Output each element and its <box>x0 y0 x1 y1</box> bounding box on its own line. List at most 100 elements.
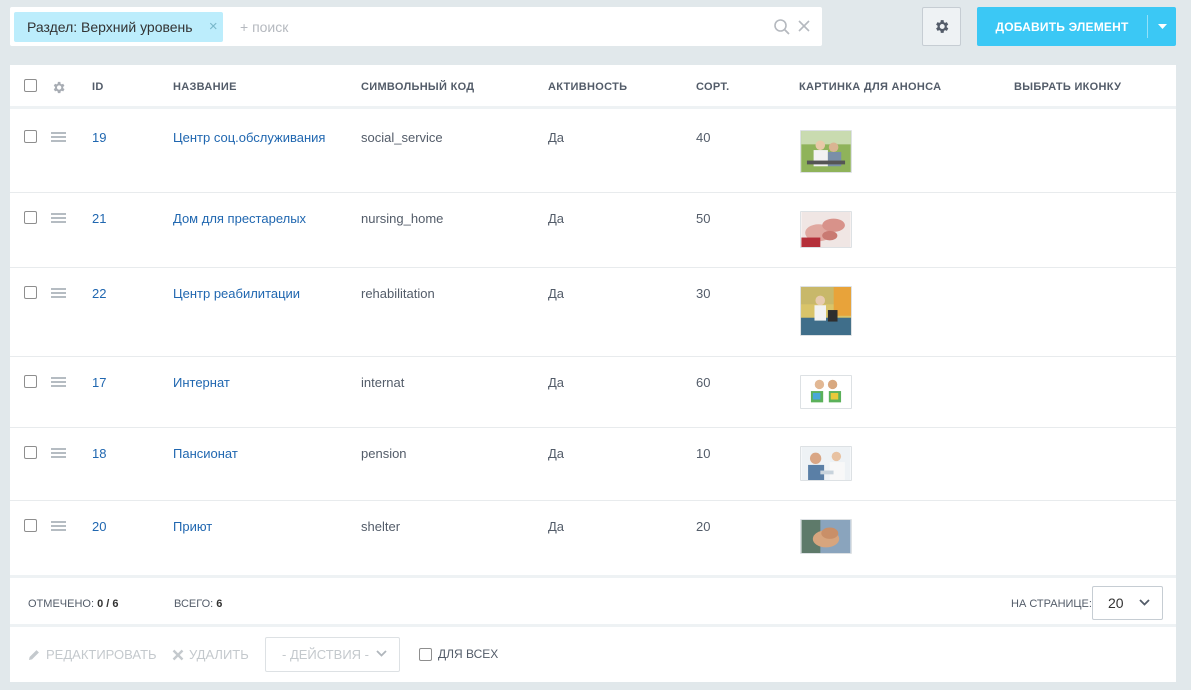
row-checkbox[interactable] <box>24 211 37 224</box>
row-code: nursing_home <box>361 211 444 226</box>
announce-picture-thumbnail[interactable] <box>800 286 852 336</box>
grid-header: ID НАЗВАНИЕ СИМВОЛЬНЫЙ КОД АКТИВНОСТЬ СО… <box>10 65 1176 109</box>
row-name[interactable]: Дом для престарелых <box>173 193 306 226</box>
table-row[interactable]: 17 Интернат internat Да 60 <box>10 357 1176 428</box>
row-sort: 60 <box>696 375 711 390</box>
row-active: Да <box>548 519 565 534</box>
search-icon[interactable] <box>773 18 791 36</box>
announce-picture-thumbnail[interactable] <box>800 130 852 173</box>
select-all-checkbox[interactable] <box>24 79 37 92</box>
row-code: shelter <box>361 519 401 534</box>
delete-label: УДАЛИТЬ <box>189 647 249 662</box>
row-id[interactable]: 21 <box>92 193 106 226</box>
actions-select[interactable]: - ДЕЙСТВИЯ - <box>265 637 400 672</box>
row-checkbox[interactable] <box>24 446 37 459</box>
pencil-icon <box>29 649 39 660</box>
row-id[interactable]: 20 <box>92 501 106 534</box>
drag-handle-icon[interactable] <box>51 132 66 142</box>
row-checkbox[interactable] <box>24 375 37 388</box>
edit-button[interactable]: РЕДАКТИРОВАТЬ <box>27 647 157 662</box>
table-row[interactable]: 20 Приют shelter Да 20 <box>10 501 1176 575</box>
row-sort: 30 <box>696 286 711 301</box>
row-code: rehabilitation <box>361 286 435 301</box>
row-checkbox[interactable] <box>24 519 37 532</box>
search-input[interactable] <box>240 12 760 42</box>
announce-picture-thumbnail[interactable] <box>800 211 852 248</box>
drag-handle-icon[interactable] <box>51 448 66 458</box>
column-header-icon[interactable]: ВЫБРАТЬ ИКОНКУ <box>1014 65 1121 109</box>
column-header-sort[interactable]: СОРТ. <box>696 65 729 109</box>
drag-handle-icon[interactable] <box>51 213 66 223</box>
filter-tag-section[interactable]: Раздел: Верхний уровень × <box>14 12 223 42</box>
selected-label: ОТМЕЧЕНО: <box>28 598 94 610</box>
filter-tag-label: Раздел: Верхний уровень <box>27 19 193 35</box>
total-value: 6 <box>216 598 223 610</box>
table-row[interactable]: 21 Дом для престарелых nursing_home Да 5… <box>10 193 1176 268</box>
add-element-button[interactable]: ДОБАВИТЬ ЭЛЕМЕНТ <box>977 7 1176 46</box>
announce-picture-thumbnail[interactable] <box>800 375 852 409</box>
row-name[interactable]: Интернат <box>173 357 230 390</box>
row-code: internat <box>361 375 405 390</box>
row-checkbox[interactable] <box>24 286 37 299</box>
filter-tag-remove-icon[interactable]: × <box>209 12 218 42</box>
per-page-select[interactable]: 20 <box>1092 586 1163 620</box>
row-id[interactable]: 17 <box>92 357 106 390</box>
column-header-code[interactable]: СИМВОЛЬНЫЙ КОД <box>361 65 474 109</box>
caret-down-icon <box>1157 23 1167 29</box>
selected-value: 0 / 6 <box>97 598 119 610</box>
row-checkbox[interactable] <box>24 130 37 143</box>
row-id[interactable]: 22 <box>92 268 106 301</box>
clear-icon[interactable] <box>796 18 812 34</box>
group-actions-panel: РЕДАКТИРОВАТЬ УДАЛИТЬ - ДЕЙСТВИЯ - ДЛЯ В… <box>10 627 1176 682</box>
row-sort: 40 <box>696 130 711 145</box>
filter-search-box[interactable]: Раздел: Верхний уровень × <box>10 7 822 46</box>
delete-button[interactable]: УДАЛИТЬ <box>172 647 249 662</box>
grid-footer: ОТМЕЧЕНО: 0 / 6 ВСЕГО: 6 НА СТРАНИЦЕ: 20 <box>10 575 1176 627</box>
row-active: Да <box>548 375 565 390</box>
drag-handle-icon[interactable] <box>51 377 66 387</box>
for-all-label: ДЛЯ ВСЕХ <box>438 647 499 661</box>
row-name[interactable]: Пансионат <box>173 428 238 461</box>
column-header-picture[interactable]: КАРТИНКА ДЛЯ АНОНСА <box>799 65 941 109</box>
chevron-down-icon <box>376 650 387 657</box>
row-active: Да <box>548 446 565 461</box>
add-element-label: ДОБАВИТЬ ЭЛЕМЕНТ <box>995 19 1129 34</box>
elements-grid: ID НАЗВАНИЕ СИМВОЛЬНЫЙ КОД АКТИВНОСТЬ СО… <box>10 65 1176 682</box>
row-id[interactable]: 18 <box>92 428 106 461</box>
row-active: Да <box>548 211 565 226</box>
selected-counter: ОТМЕЧЕНО: 0 / 6 <box>28 598 118 610</box>
row-sort: 10 <box>696 446 711 461</box>
per-page-label: НА СТРАНИЦЕ: <box>1011 598 1092 610</box>
table-row[interactable]: 22 Центр реабилитации rehabilitation Да … <box>10 268 1176 357</box>
table-row[interactable]: 19 Центр соц.обслуживания social_service… <box>10 112 1176 193</box>
row-name[interactable]: Центр реабилитации <box>173 268 300 301</box>
column-settings-icon[interactable] <box>51 80 66 95</box>
announce-picture-thumbnail[interactable] <box>800 519 852 554</box>
gear-icon <box>936 20 949 33</box>
row-name[interactable]: Приют <box>173 501 212 534</box>
drag-handle-icon[interactable] <box>51 521 66 531</box>
column-header-id[interactable]: ID <box>92 65 104 109</box>
announce-picture-thumbnail[interactable] <box>800 446 852 481</box>
delete-icon <box>172 649 184 660</box>
total-counter: ВСЕГО: 6 <box>174 598 222 610</box>
edit-label: РЕДАКТИРОВАТЬ <box>46 647 157 662</box>
row-name[interactable]: Центр соц.обслуживания <box>173 112 325 145</box>
row-active: Да <box>548 130 565 145</box>
row-id[interactable]: 19 <box>92 112 106 145</box>
column-header-active[interactable]: АКТИВНОСТЬ <box>548 65 627 109</box>
drag-handle-icon[interactable] <box>51 288 66 298</box>
row-code: pension <box>361 446 407 461</box>
table-row[interactable]: 18 Пансионат pension Да 10 <box>10 428 1176 501</box>
chevron-down-icon <box>1139 599 1150 606</box>
settings-button[interactable] <box>922 7 961 46</box>
column-header-name[interactable]: НАЗВАНИЕ <box>173 65 237 109</box>
row-sort: 50 <box>696 211 711 226</box>
per-page-value: 20 <box>1108 595 1124 611</box>
row-sort: 20 <box>696 519 711 534</box>
total-label: ВСЕГО: <box>174 598 214 610</box>
add-button-dropdown[interactable] <box>1148 7 1176 46</box>
for-all-toggle[interactable]: ДЛЯ ВСЕХ <box>419 647 498 661</box>
row-code: social_service <box>361 130 443 145</box>
for-all-checkbox[interactable] <box>419 647 432 661</box>
